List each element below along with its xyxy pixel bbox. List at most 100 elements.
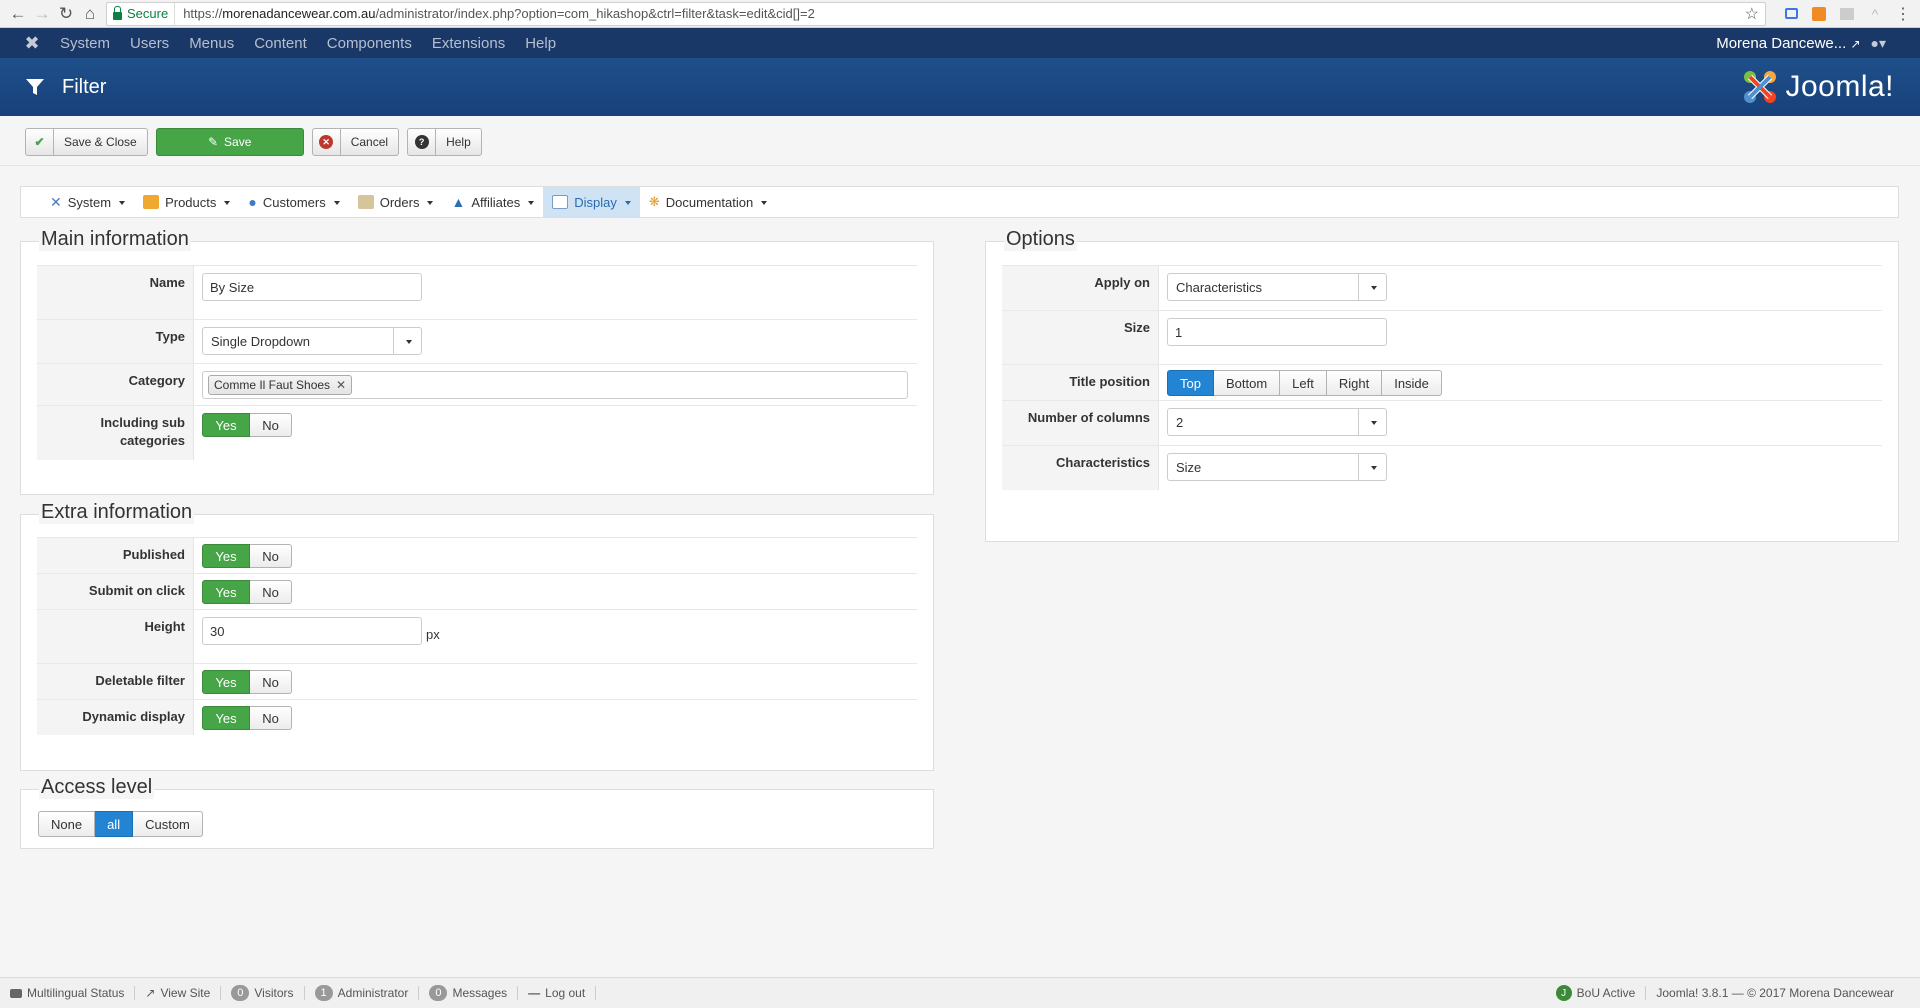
name-input[interactable]: By Size: [202, 273, 422, 301]
access-custom[interactable]: Custom: [133, 811, 203, 837]
title-position-inside[interactable]: Inside: [1382, 370, 1442, 396]
back-icon[interactable]: ←: [6, 2, 30, 26]
name-input-value: By Size: [210, 279, 255, 295]
cancel-button[interactable]: ✕ Cancel: [311, 128, 400, 156]
title-position-top[interactable]: Top: [1167, 370, 1214, 396]
hikamenu-customers[interactable]: ● Customers: [239, 187, 348, 217]
remove-chip-icon[interactable]: ✕: [336, 378, 346, 392]
bookmark-star-icon[interactable]: ☆: [1745, 4, 1765, 24]
height-row: Height 30 px: [37, 609, 917, 663]
user-icon[interactable]: ●▾: [1871, 35, 1920, 52]
joomla-wordmark: Joomla!: [1785, 70, 1894, 103]
reload-icon[interactable]: ↻: [54, 2, 78, 26]
save-close-button[interactable]: ✔ Save & Close: [25, 128, 148, 156]
topnav-system[interactable]: System: [50, 35, 120, 52]
title-position-right[interactable]: Right: [1326, 370, 1383, 396]
logout-link[interactable]: — Log out: [518, 986, 597, 1000]
topnav-help[interactable]: Help: [515, 35, 566, 52]
cancel-icon: ✕: [313, 129, 341, 155]
caret-icon: [119, 201, 126, 205]
extension-icon-2[interactable]: [1836, 3, 1858, 25]
caret-icon: [427, 201, 434, 205]
published-yes[interactable]: Yes: [202, 544, 250, 568]
deletable-row: Deletable filter Yes No: [37, 663, 917, 699]
title-position-value-cell: Top Bottom Left Right Inside: [1159, 365, 1882, 400]
messages-status[interactable]: 0 Messages: [419, 985, 519, 1001]
dynamic-row: Dynamic display Yes No: [37, 699, 917, 735]
view-site-label: View Site: [160, 986, 211, 1000]
name-row: Name By Size: [37, 265, 917, 319]
address-bar[interactable]: Secure https://morenadancewear.com.au/ad…: [106, 1, 1766, 26]
help-button[interactable]: ? Help: [407, 128, 482, 156]
dynamic-no[interactable]: No: [250, 706, 292, 730]
hikamenu-system[interactable]: ✕ System: [41, 187, 134, 217]
height-label: Height: [37, 610, 194, 663]
deletable-label: Deletable filter: [37, 664, 194, 699]
dynamic-yes[interactable]: Yes: [202, 706, 250, 730]
size-value-cell: 1: [1159, 311, 1882, 364]
visitors-label: Visitors: [254, 986, 294, 1000]
multilingual-status[interactable]: Multilingual Status: [0, 986, 136, 1000]
characteristics-select[interactable]: Size: [1167, 453, 1387, 481]
published-no[interactable]: No: [250, 544, 292, 568]
submit-value-cell: Yes No: [194, 574, 917, 609]
hikamenu-documentation[interactable]: ❋ Documentation: [640, 187, 776, 217]
access-all[interactable]: all: [95, 811, 134, 837]
hikamenu-display[interactable]: Display: [543, 187, 640, 217]
topnav-components[interactable]: Components: [317, 35, 422, 52]
deletable-value-cell: Yes No: [194, 664, 917, 699]
joomla-logo-mark: [1744, 71, 1777, 103]
name-label: Name: [37, 266, 194, 319]
joomla-logo: Joomla!: [1741, 68, 1894, 106]
sub-categories-no[interactable]: No: [250, 413, 292, 437]
type-select[interactable]: Single Dropdown: [202, 327, 422, 355]
joomla-small-icon[interactable]: ✖: [14, 33, 50, 54]
size-input[interactable]: 1: [1167, 318, 1387, 346]
sub-categories-yes[interactable]: Yes: [202, 413, 250, 437]
bou-icon: J: [1555, 985, 1572, 1001]
browser-menu-icon[interactable]: ⋮: [1892, 3, 1914, 25]
topnav-menus[interactable]: Menus: [179, 35, 244, 52]
hikamenu-products[interactable]: Products: [134, 187, 239, 217]
access-none[interactable]: None: [38, 811, 96, 837]
height-input[interactable]: 30: [202, 617, 422, 645]
deletable-yes[interactable]: Yes: [202, 670, 250, 694]
extension-icon[interactable]: [1780, 3, 1802, 25]
bou-status[interactable]: J BoU Active: [1546, 985, 1647, 1001]
topnav-extensions[interactable]: Extensions: [422, 35, 515, 52]
category-multiselect[interactable]: Comme Il Faut Shoes ✕: [202, 371, 908, 399]
title-position-bottom[interactable]: Bottom: [1213, 370, 1281, 396]
topnav-content[interactable]: Content: [244, 35, 317, 52]
secure-indicator[interactable]: Secure: [107, 2, 176, 25]
save-button[interactable]: ✎ Save: [155, 128, 304, 156]
forward-icon[interactable]: →: [30, 2, 54, 26]
submit-toggle: Yes No: [202, 580, 917, 604]
caret-icon: [761, 201, 768, 205]
view-site-link[interactable]: ↗ View Site: [135, 986, 222, 1000]
home-icon[interactable]: ⌂: [78, 2, 102, 26]
display-icon: [552, 195, 569, 209]
hikamenu-documentation-label: Documentation: [665, 194, 754, 210]
deletable-no[interactable]: No: [250, 670, 292, 694]
extension-icon-3[interactable]: ^: [1864, 3, 1886, 25]
published-value-cell: Yes No: [194, 538, 917, 573]
hikamenu-orders[interactable]: Orders: [349, 187, 443, 217]
characteristics-value: Size: [1176, 459, 1202, 475]
submit-no[interactable]: No: [250, 580, 292, 604]
columns-value: 2: [1176, 414, 1184, 430]
analytics-extension-icon[interactable]: [1808, 3, 1830, 25]
hikamenu-affiliates[interactable]: ▲ Affiliates: [442, 187, 543, 217]
submit-yes[interactable]: Yes: [202, 580, 250, 604]
columns-select[interactable]: 2: [1167, 408, 1387, 436]
site-name-link[interactable]: Morena Dancewe... ↗: [1716, 35, 1870, 52]
characteristics-row: Characteristics Size: [1002, 445, 1882, 490]
apply-on-select[interactable]: Characteristics: [1167, 273, 1387, 301]
action-toolbar: ✔ Save & Close ✎ Save ✕ Cancel ? Help: [0, 116, 1920, 166]
type-select-value: Single Dropdown: [211, 333, 311, 349]
submit-label: Submit on click: [37, 574, 194, 609]
admin-top-nav: ✖ System Users Menus Content Components …: [0, 28, 1920, 58]
title-position-left[interactable]: Left: [1280, 370, 1327, 396]
topnav-users[interactable]: Users: [120, 35, 179, 52]
tools-icon: ✕: [50, 193, 62, 210]
cancel-label: Cancel: [350, 135, 389, 149]
